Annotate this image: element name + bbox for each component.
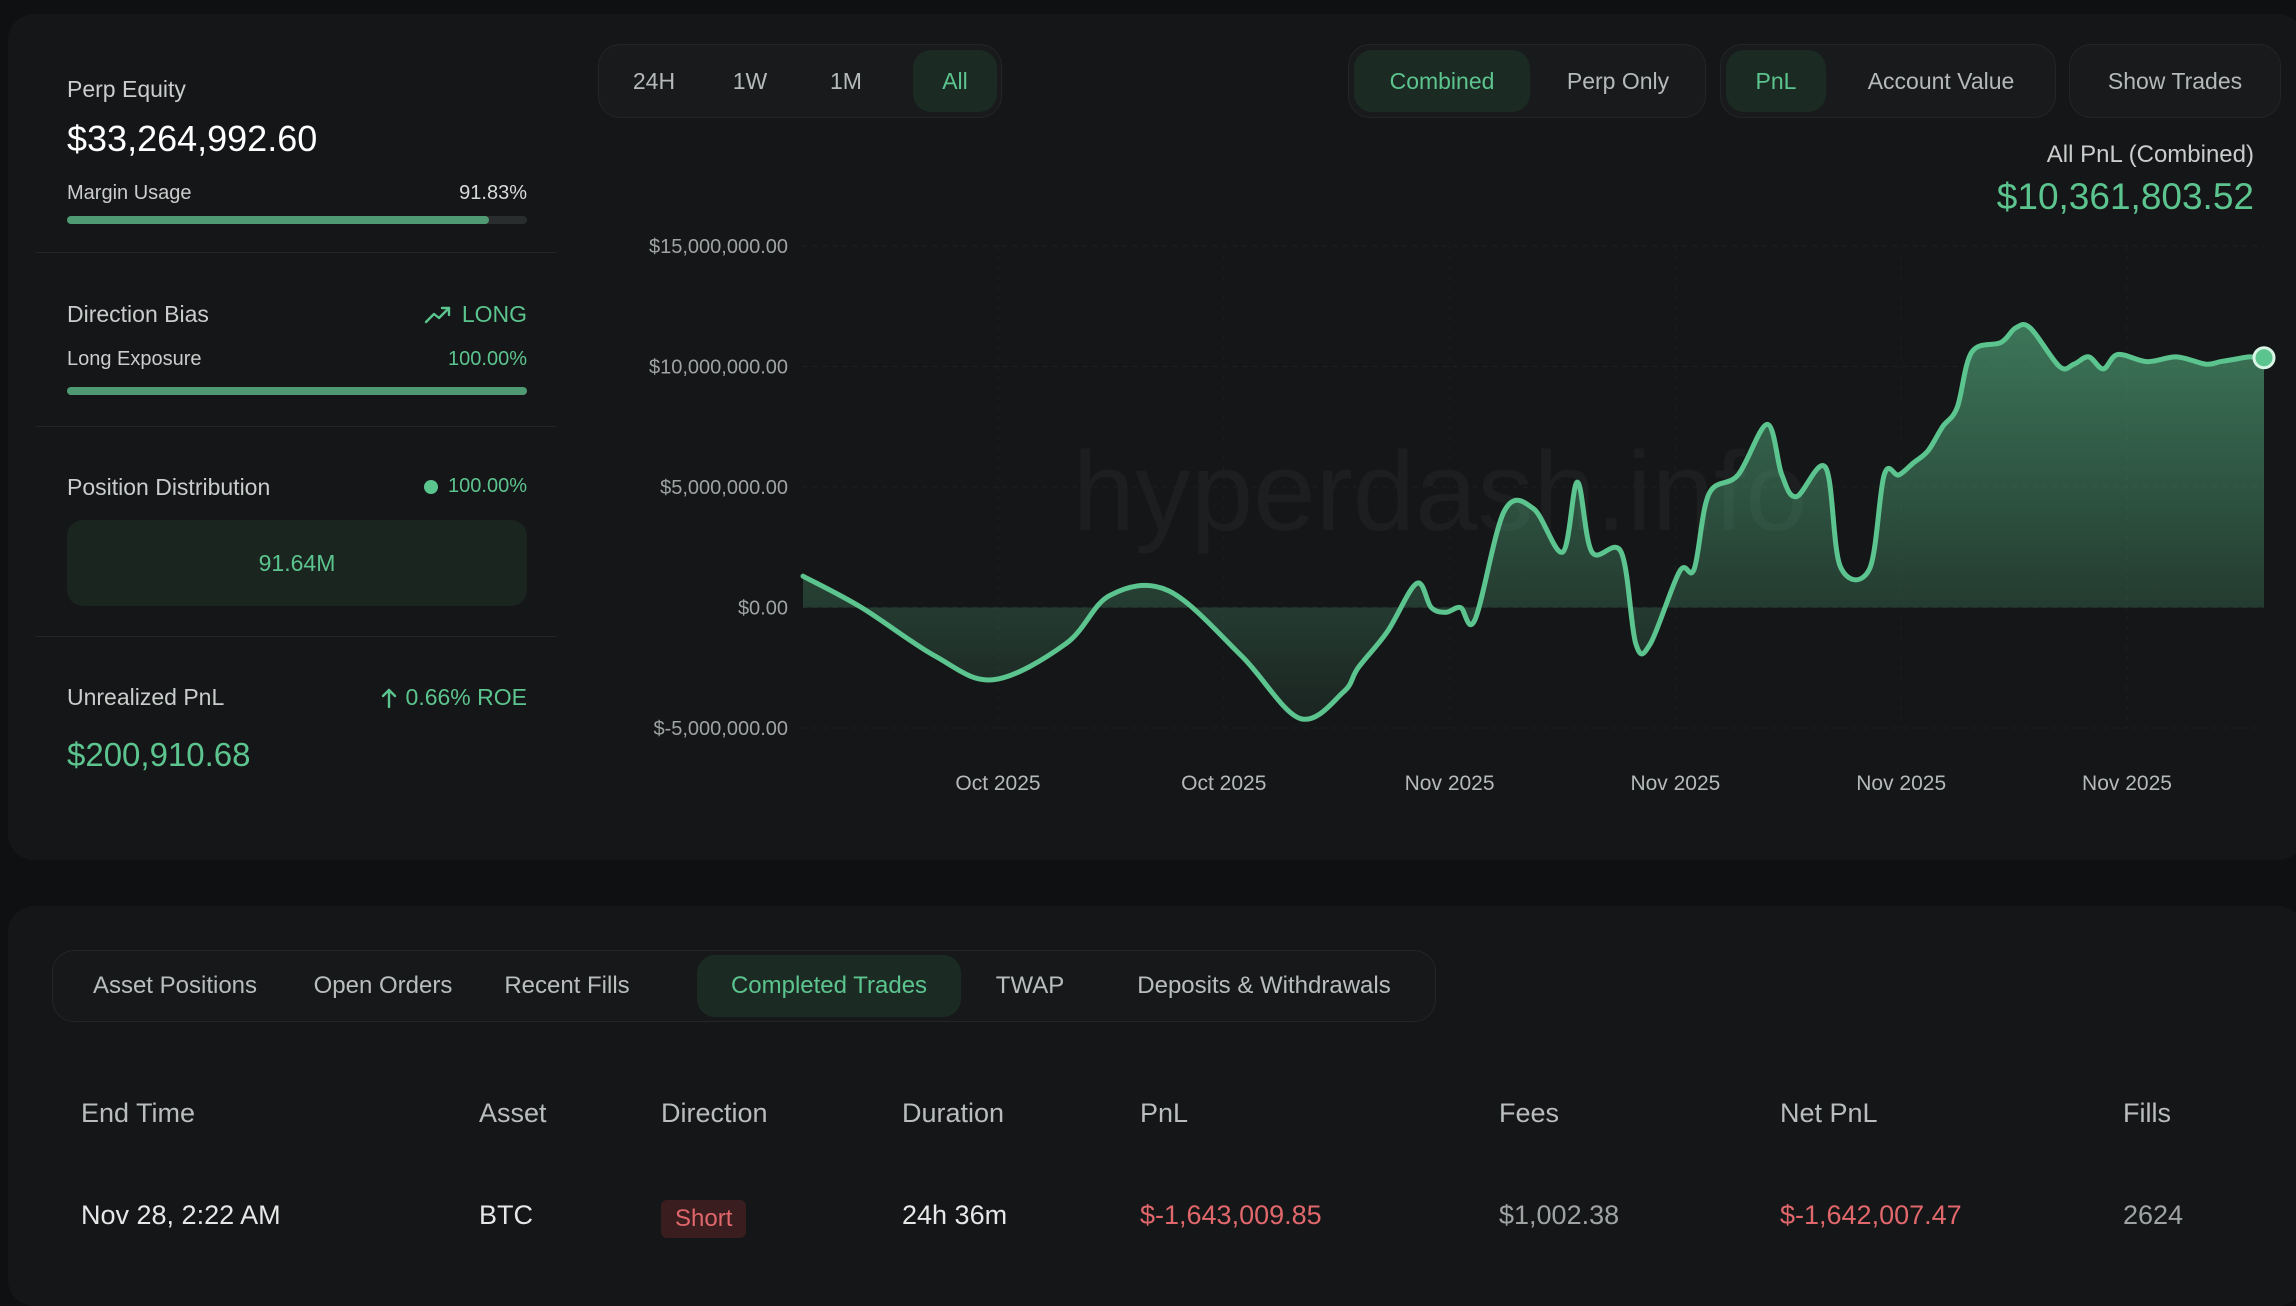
cell-fills: 2624 [2123,1200,2184,1230]
tab-deposits-withdrawals[interactable]: Deposits & Withdrawals [1099,955,1429,1017]
col-fees[interactable]: Fees [1499,1098,1559,1129]
col-end-time[interactable]: End Time [81,1098,195,1129]
cell-asset: BTC [479,1200,533,1230]
pnl-end-point[interactable] [2252,346,2276,370]
y-tick-label: $5,000,000.00 [660,477,788,499]
tab-open-orders[interactable]: Open Orders [293,955,473,1017]
pnl-chart[interactable]: hyperdash.info $15,000,000.00 $10,000,000… [0,0,2296,860]
tab-twap[interactable]: TWAP [971,955,1089,1017]
x-tick-label: Nov 2025 [1405,772,1495,795]
watermark: hyperdash.info [1073,429,1808,554]
col-pnl[interactable]: PnL [1140,1098,1188,1129]
x-tick-label: Nov 2025 [1856,772,1946,795]
cell-net-pnl: $-1,642,007.47 [1780,1200,1962,1230]
cell-pnl: $-1,643,009.85 [1140,1200,1322,1230]
col-fills[interactable]: Fills [2123,1098,2171,1129]
y-tick-label: $15,000,000.00 [649,236,788,258]
y-tick-label: $0.00 [738,598,788,620]
pnl-area [803,324,2264,720]
y-tick-label: $-5,000,000.00 [653,718,788,740]
col-asset[interactable]: Asset [479,1098,547,1129]
col-direction[interactable]: Direction [661,1098,768,1129]
y-axis: $15,000,000.00 $10,000,000.00 $5,000,000.0… [649,236,788,740]
direction-badge: Short [661,1200,747,1238]
data-tabs: Asset Positions Open Orders Recent Fills… [52,950,1436,1022]
x-tick-label: Nov 2025 [1630,772,1720,795]
y-tick-label: $10,000,000.00 [649,357,788,379]
tab-recent-fills[interactable]: Recent Fills [479,955,655,1017]
tab-asset-positions[interactable]: Asset Positions [65,955,285,1017]
cell-duration: 24h 36m [902,1200,1008,1230]
x-tick-label: Oct 2025 [955,772,1040,795]
x-tick-label: Nov 2025 [2082,772,2172,795]
col-duration[interactable]: Duration [902,1098,1004,1129]
col-net-pnl[interactable]: Net PnL [1780,1098,1878,1129]
x-axis: Oct 2025 Oct 2025 Nov 2025 Nov 2025 Nov 2025… [955,772,2172,795]
x-tick-label: Oct 2025 [1181,772,1266,795]
cell-fees: $1,002.38 [1499,1200,1620,1230]
cell-end-time: Nov 28, 2:22 AM [81,1200,281,1230]
tab-completed-trades[interactable]: Completed Trades [697,955,961,1017]
